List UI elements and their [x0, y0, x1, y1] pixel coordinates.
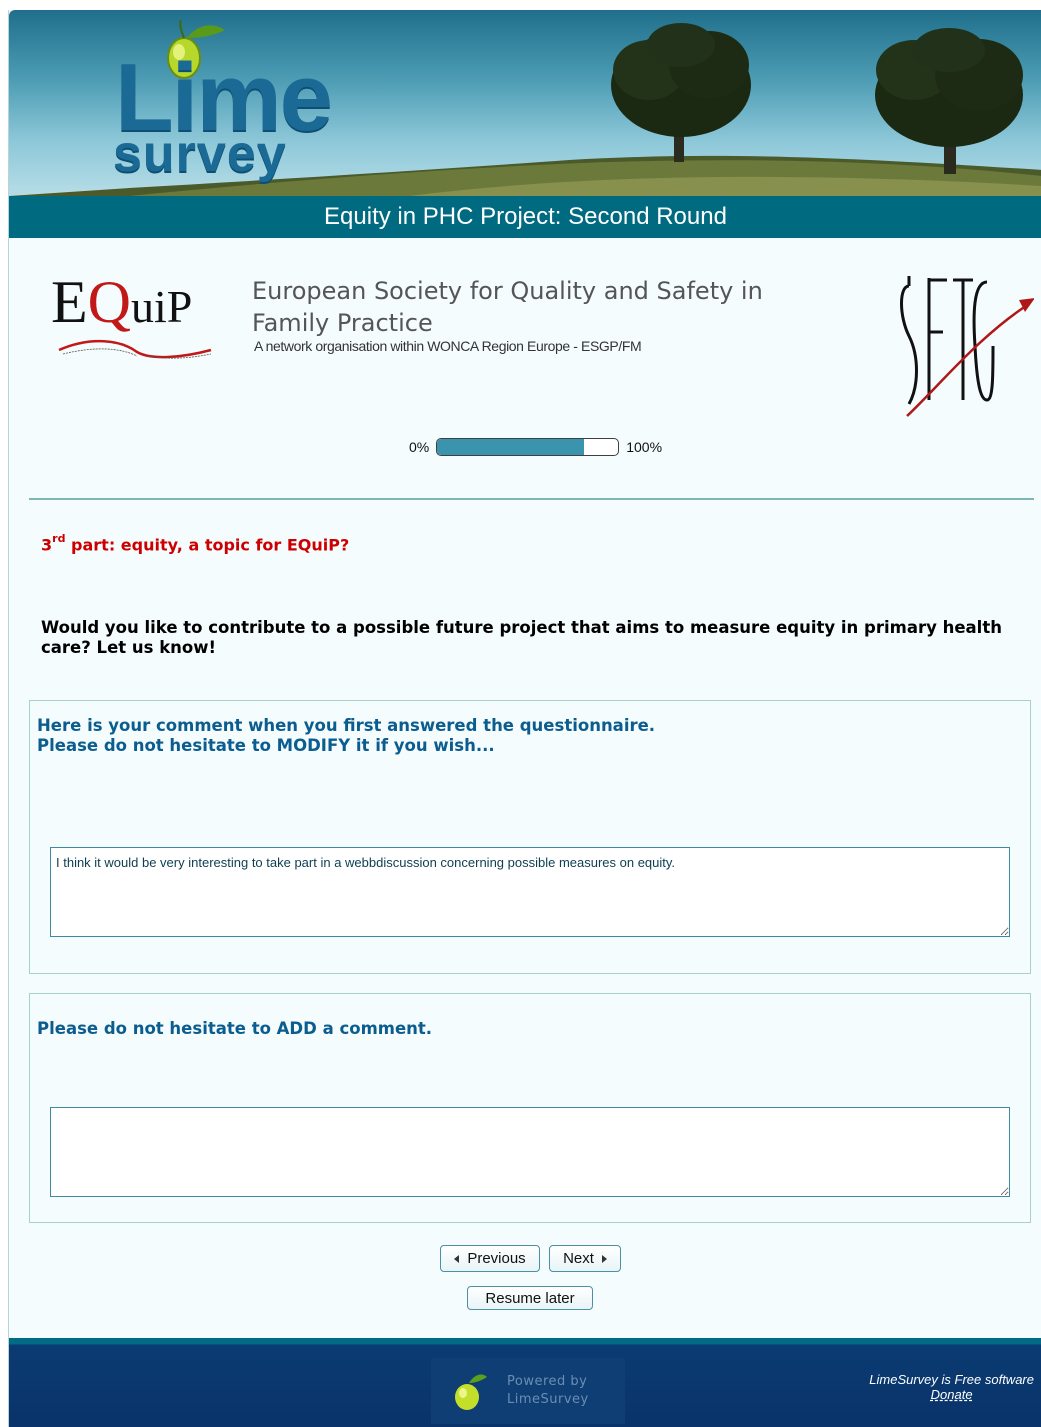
question-box-modify-comment: Here is your comment when you first answ… [29, 700, 1031, 974]
question-text: Please do not hesitate to ADD a comment. [37, 1019, 433, 1038]
lime-icon [455, 1374, 487, 1410]
comment-textarea-modify[interactable]: I think it would be very interesting to … [50, 847, 1010, 937]
group-title-text: part: equity, a topic for EQuiP? [65, 535, 350, 555]
next-button[interactable]: Next [549, 1245, 621, 1272]
free-software-notice: LimeSurvey is Free software Donate [869, 1372, 1034, 1402]
question-box-edge [1033, 828, 1041, 978]
question-text: Here is your comment when you first answ… [37, 716, 656, 755]
header-separator [29, 498, 1034, 500]
free-software-link[interactable]: LimeSurvey is Free software [869, 1372, 1034, 1387]
equip-logo-uip: uiP [131, 281, 193, 332]
equip-logo-q: Q [87, 269, 131, 335]
caret-right-icon [601, 1254, 607, 1263]
powered-by-limesurvey-link[interactable]: Powered by LimeSurvey [431, 1358, 625, 1424]
progress-indicator: 0% 100% [409, 438, 662, 456]
footer: Powered by LimeSurvey LimeSurvey is Free… [9, 1338, 1041, 1427]
society-subtitle: A network organisation within WONCA Regi… [254, 338, 642, 354]
equip-logo-e: E [51, 269, 88, 335]
survey-page: Lime survey Equity in PHC Project: Secon… [8, 10, 1041, 1427]
sftg-logo [900, 276, 1034, 417]
equip-swoosh-icon [58, 339, 212, 359]
survey-title: Equity in PHC Project: Second Round [9, 196, 1041, 238]
limesurvey-logo-survey: survey [113, 125, 287, 183]
powered-by-line1: Powered by [507, 1374, 588, 1389]
donate-link[interactable]: Donate [869, 1387, 1034, 1402]
progress-bar [436, 438, 620, 456]
resume-later-button[interactable]: Resume later [467, 1286, 593, 1310]
previous-button[interactable]: Previous [440, 1245, 540, 1272]
equip-logo: EQuiP [51, 272, 221, 362]
next-button-label: Next [563, 1250, 594, 1267]
group-title-number: 3 [41, 535, 53, 555]
comment-textarea-add[interactable] [50, 1107, 1010, 1197]
group-title: 3rd part: equity, a topic for EQuiP? [41, 532, 350, 555]
group-title-ordinal: rd [52, 532, 66, 545]
society-name: European Society for Quality and Safety … [252, 277, 763, 337]
powered-by-text: Powered by LimeSurvey [507, 1373, 589, 1409]
header-banner: Lime survey [9, 10, 1041, 196]
group-description: Would you like to contribute to a possib… [41, 618, 1002, 657]
equip-logo-text: EQuiP [51, 272, 192, 332]
powered-by-line2: LimeSurvey [507, 1392, 589, 1407]
progress-start-label: 0% [409, 439, 430, 455]
question-box-add-comment: Please do not hesitate to ADD a comment. [29, 993, 1031, 1223]
progress-bar-fill [437, 439, 584, 455]
caret-left-icon [454, 1254, 460, 1263]
previous-button-label: Previous [467, 1250, 526, 1267]
progress-end-label: 100% [626, 439, 663, 455]
